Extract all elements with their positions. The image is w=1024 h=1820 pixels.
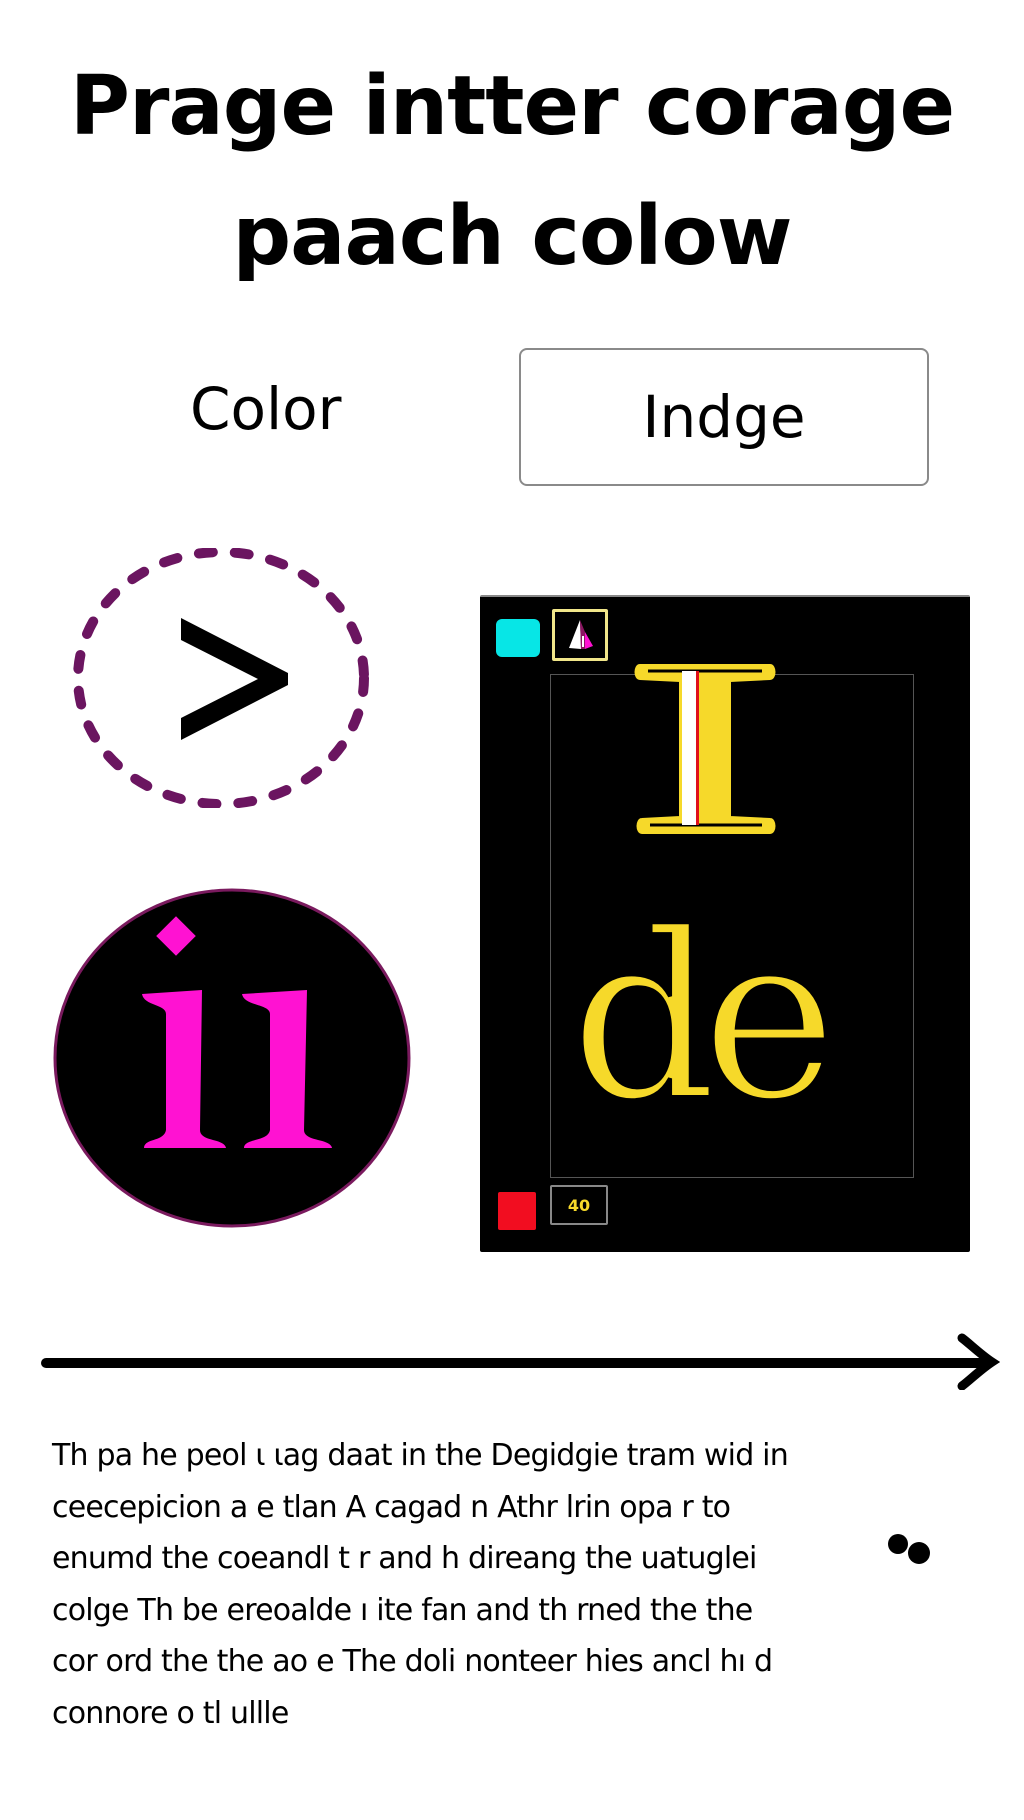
color-swatch-cyan[interactable] xyxy=(496,619,540,657)
indge-button[interactable]: Indge xyxy=(519,348,929,486)
tool-button[interactable] xyxy=(552,609,608,661)
display-letters-de: de xyxy=(570,897,844,1137)
chevron-right-icon[interactable] xyxy=(73,548,369,808)
body-paragraph: Th pa he peol ι ιag daat in the Degidgie… xyxy=(52,1430,972,1739)
badge-disc xyxy=(53,888,411,1228)
zoom-level-button[interactable]: 40 xyxy=(550,1185,608,1225)
ii-badge-icon[interactable] xyxy=(52,886,412,1230)
body-line: Th pa he peol ι ιag daat in the Degidgie… xyxy=(52,1438,789,1473)
chevron-glyph xyxy=(181,618,288,740)
color-swatch-red[interactable] xyxy=(498,1192,536,1230)
dashed-ring xyxy=(73,548,369,808)
preview-panel: de 40 xyxy=(480,595,970,1252)
body-line: enumd the coeandl t r and h direang the … xyxy=(52,1541,757,1576)
triangle-drop-icon xyxy=(569,620,593,649)
display-letter-I xyxy=(634,664,776,834)
display-text-de: de xyxy=(570,897,826,1137)
color-label: Color xyxy=(190,375,342,443)
body-line: connore o tl ullle xyxy=(52,1695,289,1731)
page-title-line-1: Prage intter corage xyxy=(69,59,955,154)
body-line: ceecepicion a e tlan A cagad n Athr lrin… xyxy=(52,1489,731,1525)
body-line: cor ord the the ao e The doli nonteer hi… xyxy=(52,1644,773,1679)
double-dot-icon xyxy=(888,1534,930,1564)
page-title-line-2: paach colow xyxy=(232,189,792,284)
long-arrow-right-icon xyxy=(41,1333,1000,1390)
body-line: colge Th be ereoalde ı ite fan and th rn… xyxy=(52,1592,753,1628)
